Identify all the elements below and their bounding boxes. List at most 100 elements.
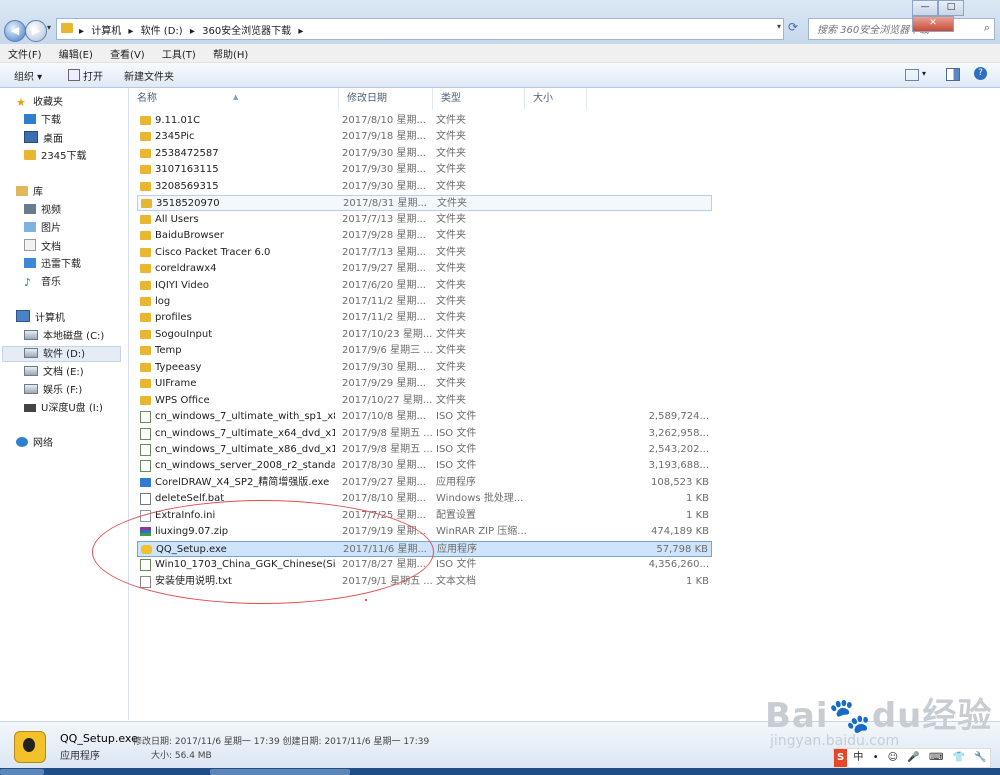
column-header-name[interactable]: 名称 ▲: [129, 88, 339, 110]
menu-help[interactable]: 帮助(H): [205, 44, 254, 61]
file-row[interactable]: Typeeasy 2017/9/30 星期... 文件夹: [137, 360, 712, 376]
recent-pages-dropdown[interactable]: ▾: [47, 23, 51, 32]
window-controls: — □✕: [912, 0, 1000, 32]
nav-item-2345[interactable]: 2345下载: [24, 149, 86, 165]
video-icon: [24, 204, 36, 214]
nav-item-desktop[interactable]: 桌面: [24, 131, 63, 147]
organize-button[interactable]: 组织 ▾: [14, 68, 42, 83]
nav-label: 图片: [41, 223, 61, 234]
minimize-button[interactable]: —: [912, 0, 938, 16]
file-modified: 2017/11/2 星期...: [342, 295, 426, 307]
column-header-size[interactable]: 大小: [525, 88, 587, 110]
nav-item-thunder[interactable]: 迅雷下载: [24, 257, 81, 273]
nav-drive-d[interactable]: 软件 (D:): [2, 346, 121, 362]
file-row[interactable]: UIFrame 2017/9/29 星期... 文件夹: [137, 376, 712, 392]
file-row[interactable]: CorelDRAW_X4_SP2_精简增强版.exe 2017/9/27 星期..…: [137, 475, 712, 491]
ime-voice-icon[interactable]: 🎤: [904, 749, 922, 767]
breadcrumb-current-folder[interactable]: 360安全浏览器下载: [202, 26, 291, 37]
download-folder-icon: [24, 114, 36, 124]
address-history-dropdown[interactable]: ▾: [777, 22, 781, 31]
ime-keyboard-icon[interactable]: ⌨: [926, 749, 946, 767]
nav-item-pictures[interactable]: 图片: [24, 221, 61, 237]
search-input[interactable]: [815, 21, 979, 39]
view-options-icon[interactable]: [905, 69, 919, 81]
folder-icon: [140, 214, 151, 224]
taskbar-app[interactable]: [210, 769, 260, 775]
ime-chinese-mode[interactable]: 中: [850, 749, 866, 767]
preview-pane-icon[interactable]: [946, 68, 960, 81]
file-row[interactable]: BaiduBrowser 2017/9/28 星期... 文件夹: [137, 228, 712, 244]
file-row[interactable]: coreldrawx4 2017/9/27 星期... 文件夹: [137, 261, 712, 277]
file-row[interactable]: 2345Pic 2017/9/18 星期... 文件夹: [137, 129, 712, 145]
back-button[interactable]: ◀: [4, 20, 26, 42]
menu-edit[interactable]: 编辑(E): [51, 44, 99, 61]
menu-tools[interactable]: 工具(T): [154, 44, 202, 61]
file-size: 2,543,202...: [648, 444, 709, 455]
network-icon: [16, 437, 28, 447]
ime-emoji-icon[interactable]: ☺: [885, 749, 901, 767]
address-bar[interactable]: ▸ 计算机 ▸ 软件 (D:) ▸ 360安全浏览器下载 ▸ ▾: [56, 18, 784, 40]
nav-item-videos[interactable]: 视频: [24, 203, 61, 219]
nav-libraries[interactable]: 库: [16, 185, 43, 201]
file-row[interactable]: 3107163115 2017/9/30 星期... 文件夹: [137, 162, 712, 178]
column-header-modified[interactable]: 修改日期: [339, 88, 433, 110]
file-row[interactable]: IQIYI Video 2017/6/20 星期... 文件夹: [137, 278, 712, 294]
sort-ascending-icon: ▲: [233, 93, 239, 101]
file-row[interactable]: 3208569315 2017/9/30 星期... 文件夹: [137, 179, 712, 195]
library-icon: [16, 186, 28, 196]
close-button[interactable]: ✕: [912, 16, 954, 32]
file-modified: 2017/10/27 星期...: [342, 394, 433, 406]
file-row[interactable]: 3518520970 2017/8/31 星期... 文件夹: [137, 195, 712, 212]
file-row[interactable]: cn_windows_server_2008_r2_standard... 201…: [137, 458, 712, 474]
folder-icon: [140, 395, 151, 405]
file-row[interactable]: profiles 2017/11/2 星期... 文件夹: [137, 310, 712, 326]
file-name: UIFrame: [155, 378, 197, 390]
breadcrumb-drive-d[interactable]: 软件 (D:): [141, 26, 183, 37]
file-row[interactable]: Temp 2017/9/6 星期三 ... 文件夹: [137, 343, 712, 359]
file-row[interactable]: cn_windows_7_ultimate_with_sp1_x86_... 20…: [137, 409, 712, 425]
nav-item-music[interactable]: ♪ 音乐: [24, 275, 61, 291]
maximize-button[interactable]: □: [938, 0, 964, 16]
file-row[interactable]: All Users 2017/7/13 星期... 文件夹: [137, 212, 712, 228]
file-row[interactable]: SogouInput 2017/10/23 星期... 文件夹: [137, 327, 712, 343]
menu-view[interactable]: 查看(V): [102, 44, 151, 61]
taskbar-app[interactable]: [300, 769, 350, 775]
folder-icon: [140, 379, 151, 389]
file-row[interactable]: Cisco Packet Tracer 6.0 2017/7/13 星期... 文件…: [137, 245, 712, 261]
search-box[interactable]: ⌕: [808, 18, 995, 40]
forward-button[interactable]: ▶: [25, 20, 47, 42]
nav-network[interactable]: 网络: [16, 436, 53, 452]
nav-drive-f[interactable]: 娱乐 (F:): [24, 383, 82, 399]
start-button[interactable]: [0, 769, 44, 775]
ime-skin-icon[interactable]: 👕: [950, 749, 968, 767]
file-row[interactable]: cn_windows_7_ultimate_x86_dvd_x15-... 201…: [137, 442, 712, 458]
column-label: 修改日期: [347, 93, 387, 104]
nav-favorites[interactable]: ★ 收藏夹: [16, 95, 63, 111]
help-icon[interactable]: ?: [974, 67, 987, 80]
nav-item-downloads[interactable]: 下载: [24, 113, 61, 129]
view-options-dropdown[interactable]: ▾: [922, 69, 926, 78]
taskbar-app[interactable]: [255, 769, 305, 775]
file-row[interactable]: 9.11.01C 2017/8/10 星期... 文件夹: [137, 113, 712, 129]
file-row[interactable]: 2538472587 2017/9/30 星期... 文件夹: [137, 146, 712, 162]
nav-drive-c[interactable]: 本地磁盘 (C:): [24, 329, 104, 345]
file-row[interactable]: log 2017/11/2 星期... 文件夹: [137, 294, 712, 310]
nav-item-documents[interactable]: 文档: [24, 239, 61, 255]
breadcrumb-computer[interactable]: 计算机: [91, 26, 121, 37]
nav-drive-e[interactable]: 文档 (E:): [24, 365, 84, 381]
ime-tools-icon[interactable]: 🔧: [971, 749, 989, 767]
open-button[interactable]: 打开: [83, 68, 103, 83]
sogou-ime-icon[interactable]: S: [834, 749, 848, 767]
new-folder-button[interactable]: 新建文件夹: [124, 68, 174, 83]
refresh-icon[interactable]: ⟳: [788, 20, 798, 34]
menu-file[interactable]: 文件(F): [0, 44, 48, 61]
file-row[interactable]: cn_windows_7_ultimate_x64_dvd_x15-... 201…: [137, 426, 712, 442]
search-icon[interactable]: ⌕: [984, 21, 990, 35]
column-header-type[interactable]: 类型: [433, 88, 525, 110]
ime-punctuation-icon[interactable]: •: [870, 749, 882, 767]
file-name: 3518520970: [156, 198, 220, 210]
nav-computer[interactable]: 计算机: [16, 310, 65, 326]
file-row[interactable]: WPS Office 2017/10/27 星期... 文件夹: [137, 393, 712, 409]
nav-drive-i[interactable]: U深度U盘 (I:): [24, 401, 103, 417]
file-type: 文件夹: [437, 198, 467, 210]
